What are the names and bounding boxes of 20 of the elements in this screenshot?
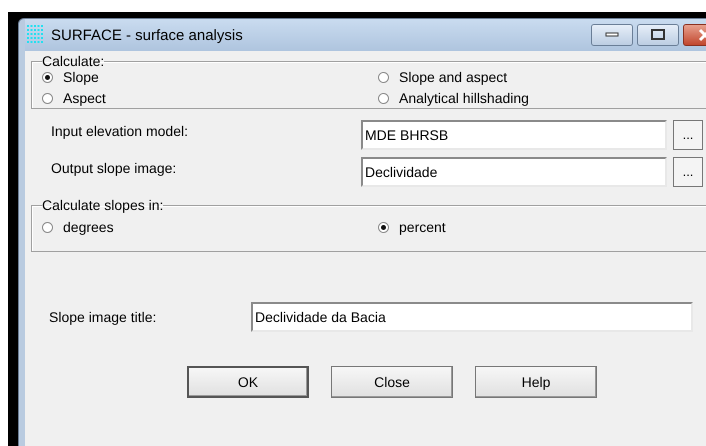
browse-button[interactable]: ... xyxy=(673,120,703,150)
radio-option[interactable]: Analytical hillshading xyxy=(378,90,706,107)
dialog-button[interactable]: Close xyxy=(331,366,453,398)
field-label: Slope image title: xyxy=(48,309,158,325)
dialog-button[interactable]: Help xyxy=(475,366,597,398)
input-field[interactable]: Declividade xyxy=(361,156,667,186)
radio-option[interactable]: percent xyxy=(378,219,706,236)
dialog-button[interactable]: OK xyxy=(187,366,309,398)
radio-option[interactable]: Slope and aspect xyxy=(378,69,706,86)
field-label: Output slope image: xyxy=(50,159,178,176)
window-title: SURFACE - surface analysis xyxy=(51,26,243,44)
input-field[interactable]: Declividade da Bacia xyxy=(251,302,693,332)
browse-button[interactable]: ... xyxy=(673,156,703,186)
radio-option[interactable]: Slope xyxy=(42,69,378,86)
field-label: Input elevation model: xyxy=(50,122,189,139)
radio-option[interactable]: Aspect xyxy=(42,90,378,107)
group-legend: Calculate slopes in: xyxy=(42,197,164,213)
radio-option[interactable]: degrees xyxy=(42,219,378,236)
input-field[interactable]: MDE BHRSB xyxy=(361,120,667,150)
group-legend: Calculate: xyxy=(42,53,104,69)
